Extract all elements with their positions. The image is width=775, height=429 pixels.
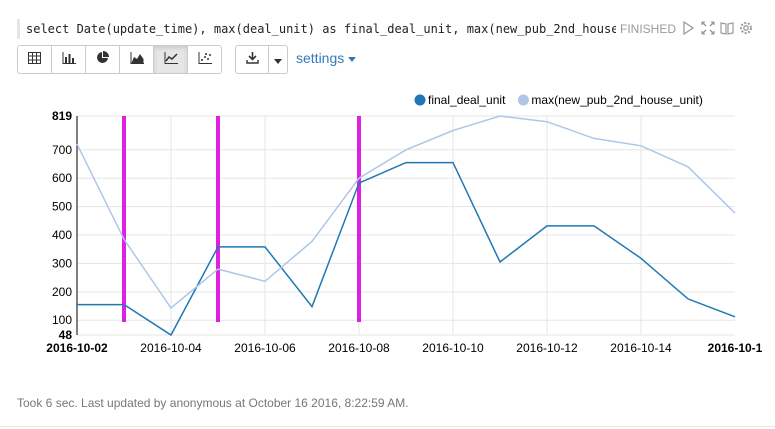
series-line: [77, 161, 736, 337]
x-tick-label: 2016-10-14: [610, 341, 672, 355]
x-tick-label: 2016-10-02: [46, 341, 108, 355]
line-chart: 48100200300400500600700819 2016-10-02 201…: [46, 93, 762, 355]
y-tick-label: 600: [52, 171, 72, 185]
legend-label: max(new_pub_2nd_house_unit): [531, 93, 702, 107]
chart-grid: [76, 115, 735, 336]
x-tick-label: 2016-10-04: [140, 341, 202, 355]
series-line: [76, 115, 736, 310]
y-tick-label: 700: [52, 143, 72, 157]
legend-label: final_deal_unit: [428, 93, 506, 107]
legend-swatch: [414, 94, 426, 106]
y-tick-label: 500: [52, 200, 72, 214]
x-axis-labels: 2016-10-02 2016-10-04 2016-10-06 2016-10-08…: [46, 341, 762, 355]
y-tick-label: 48: [59, 328, 73, 342]
x-tick-label: 2016-10-06: [234, 341, 296, 355]
divider: [0, 426, 775, 427]
x-tick-label: 2016-10-1: [708, 341, 763, 355]
y-tick-label: 819: [52, 109, 72, 123]
chart-series: [76, 115, 736, 337]
y-tick-label: 400: [52, 228, 72, 242]
y-tick-label: 300: [52, 256, 72, 270]
y-tick-label: 200: [52, 285, 72, 299]
chart-legend: final_deal_unit max(new_pub_2nd_house_uni…: [414, 93, 703, 107]
legend-swatch: [517, 94, 529, 106]
x-tick-label: 2016-10-10: [422, 341, 484, 355]
x-tick-label: 2016-10-08: [328, 341, 390, 355]
y-axis-labels: 48100 200 300 400 500 600 700 819: [52, 109, 72, 342]
paragraph-footer: Took 6 sec. Last updated by anonymous at…: [17, 396, 409, 410]
y-tick-label: 100: [52, 313, 72, 327]
x-tick-label: 2016-10-12: [516, 341, 578, 355]
